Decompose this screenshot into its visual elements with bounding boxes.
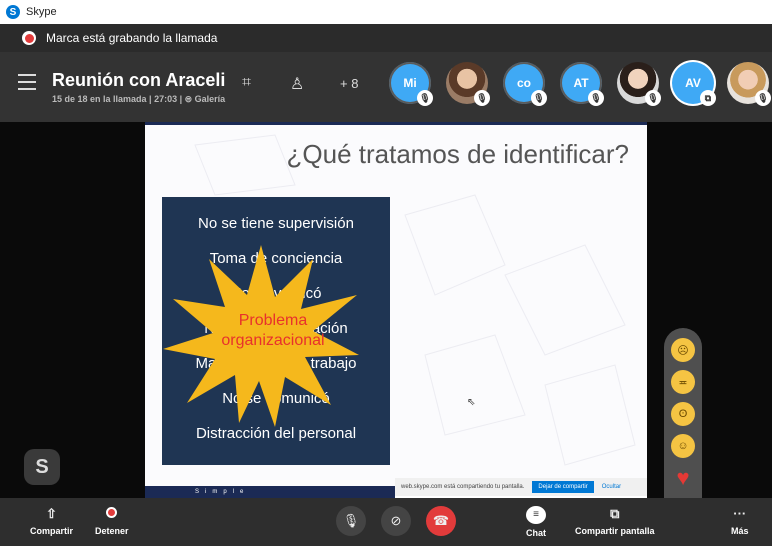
share-screen-label: Compartir pantalla (575, 526, 655, 536)
smile-emoji-icon[interactable]: ☺ (671, 434, 695, 458)
hang-up-button[interactable]: ☎ (426, 506, 456, 536)
screen-share-icon: ⧉ (610, 506, 620, 521)
participant-avatar[interactable]: 🎙 (727, 62, 771, 106)
participant-avatar[interactable]: 🎙 (617, 62, 661, 106)
shared-screen-area: ¿Qué tratamos de identificar? No se tien… (0, 122, 772, 534)
slide-title: ¿Qué tratamos de identificar? (286, 139, 630, 169)
avatar-initials: AT (573, 76, 589, 90)
layout-icon[interactable]: ⌗ (242, 74, 251, 92)
meeting-subtitle: 15 de 18 en la llamada | 27:03 | ⊜ Galer… (52, 94, 226, 104)
recording-text: Marca está grabando la llamada (46, 31, 218, 45)
share-icon: ⇧ (46, 506, 57, 521)
mic-off-icon: 🎙 (588, 90, 604, 106)
more-label: Más (731, 526, 749, 536)
stop-recording-button[interactable]: Detener (95, 506, 129, 536)
share-label: Compartir (30, 526, 74, 536)
avatar-initials: co (516, 76, 531, 90)
slide-bullet: No se tiene supervisión (198, 215, 354, 232)
avatar-initials: Mi (403, 76, 417, 90)
participant-avatar[interactable]: co 🎙 (503, 62, 547, 106)
chat-icon: ≡ (526, 506, 546, 524)
participant-avatar[interactable]: Mi 🎙 (389, 62, 433, 106)
heart-emoji-icon[interactable]: ♥ (671, 465, 695, 490)
mic-off-icon: 🎙 (755, 90, 771, 106)
app-title: Skype (26, 6, 57, 18)
phone-hangup-icon: ☎ (432, 513, 450, 528)
hide-notice-link[interactable]: Ocultar (602, 484, 621, 490)
chat-label: Chat (526, 528, 546, 538)
meeting-title: Reunión con Araceli (52, 70, 226, 90)
chat-button[interactable]: ≡ Chat (526, 506, 546, 538)
camera-off-icon: ⊘ (390, 513, 402, 528)
footer-brand: Simple (145, 486, 395, 498)
call-toolbar: ⇧ Compartir Detener 🎙 ⊘ ☎ ≡ Chat ⧉ Compa… (0, 498, 772, 546)
mic-off-icon: 🎙 (342, 513, 360, 528)
share-button[interactable]: ⇧ Compartir (30, 506, 73, 536)
window-title-bar: S Skype (0, 0, 772, 24)
burst-label: Problema organizacional (221, 312, 325, 349)
mic-off-icon: 🎙 (474, 90, 490, 106)
add-participant-icon[interactable]: ♙ (290, 74, 304, 94)
more-icon: ··· (733, 506, 747, 521)
record-icon (22, 31, 36, 45)
record-stop-icon (95, 506, 129, 522)
extra-participants-button[interactable]: + 8 (340, 76, 358, 91)
skype-app-button[interactable]: S (24, 449, 60, 485)
surprised-emoji-icon[interactable]: ʘ (671, 402, 695, 426)
stop-sharing-button[interactable]: Dejar de compartir (532, 481, 594, 493)
call-header: Reunión con Araceli 15 de 18 en la llama… (0, 52, 772, 122)
screen-share-notice: web.skype.com está compartiendo tu panta… (395, 478, 647, 496)
presentation-slide: ¿Qué tratamos de identificar? No se tien… (145, 122, 647, 498)
laughing-emoji-icon[interactable]: ≖ (671, 370, 695, 394)
mic-off-icon: 🎙 (645, 90, 661, 106)
participant-avatar[interactable]: 🎙 (446, 62, 490, 106)
menu-icon[interactable] (18, 74, 36, 90)
share-notice-text: web.skype.com está compartiendo tu panta… (401, 484, 525, 490)
stop-label: Detener (95, 526, 129, 536)
participant-avatar-active[interactable]: AV ⧉ (672, 62, 716, 106)
recording-banner: Marca está grabando la llamada (0, 24, 772, 52)
video-off-button[interactable]: ⊘ (381, 506, 411, 536)
avatar-initials: AV (685, 76, 701, 90)
mic-off-icon: 🎙 (417, 90, 433, 106)
screen-share-icon: ⧉ (700, 90, 716, 106)
share-screen-button[interactable]: ⧉ Compartir pantalla (575, 506, 655, 536)
mic-off-icon: 🎙 (531, 90, 547, 106)
participant-avatar[interactable]: AT 🎙 (560, 62, 604, 106)
sad-emoji-icon[interactable]: ☹ (671, 338, 695, 362)
more-button[interactable]: ··· Más (731, 506, 749, 536)
mouse-cursor-icon: ⇖ (467, 397, 476, 408)
slide-bullet: Distracción del personal (195, 425, 357, 442)
skype-logo-icon: S (6, 5, 20, 19)
mute-microphone-button[interactable]: 🎙 (336, 506, 366, 536)
